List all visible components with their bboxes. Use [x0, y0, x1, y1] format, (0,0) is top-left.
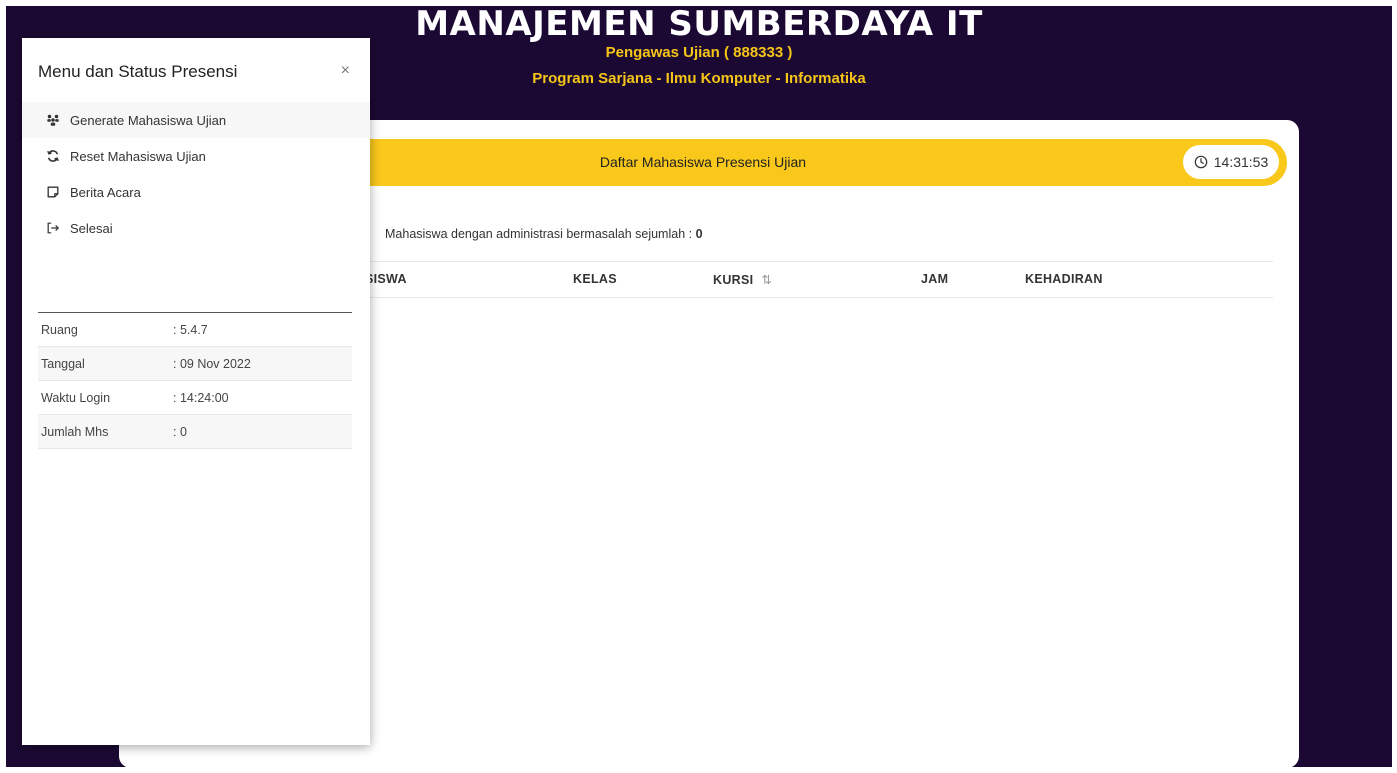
info-row-jumlah-mhs: Jumlah Mhs : 0: [38, 415, 352, 449]
admin-problem-label: Mahasiswa dengan administrasi bermasalah…: [385, 227, 693, 241]
info-row-waktu-login: Waktu Login : 14:24:00: [38, 381, 352, 415]
menu-item-reset[interactable]: Reset Mahasiswa Ujian: [22, 138, 370, 174]
menu-item-selesai[interactable]: Selesai: [22, 210, 370, 246]
menu-item-label: Reset Mahasiswa Ujian: [70, 148, 206, 164]
column-header-kursi-label: KURSI: [713, 273, 754, 287]
info-row-ruang: Ruang : 5.4.7: [38, 313, 352, 347]
info-key: Tanggal: [41, 356, 85, 371]
column-header-kehadiran[interactable]: KEHADIRAN: [1025, 272, 1103, 286]
info-key: Jumlah Mhs: [41, 424, 109, 439]
sort-icon[interactable]: ⇅: [761, 273, 772, 287]
info-key: Waktu Login: [41, 390, 111, 405]
info-row-tanggal: Tanggal : 09 Nov 2022: [38, 347, 352, 381]
logout-icon: [47, 222, 60, 234]
info-key: Ruang: [41, 322, 78, 337]
menu-item-generate[interactable]: Generate Mahasiswa Ujian: [22, 102, 370, 138]
admin-problem-summary: Mahasiswa dengan administrasi bermasalah…: [385, 227, 703, 241]
menu-item-label: Berita Acara: [70, 184, 141, 200]
info-value: : 0: [173, 424, 187, 439]
app-background: MANAJEMEN SUMBERDAYA IT Pengawas Ujian (…: [6, 6, 1392, 767]
column-header-kelas[interactable]: KELAS: [573, 272, 617, 286]
menu-item-label: Generate Mahasiswa Ujian: [70, 112, 227, 128]
refresh-icon: [47, 150, 59, 162]
panel-menu: Generate Mahasiswa Ujian Reset Mahasiswa…: [22, 102, 370, 246]
note-icon: [47, 186, 59, 198]
column-header-mahasiswa[interactable]: SISWA: [365, 272, 407, 286]
info-value: : 5.4.7: [173, 322, 208, 337]
info-value: : 14:24:00: [173, 390, 229, 405]
users-icon: [47, 114, 59, 126]
admin-problem-count: 0: [695, 227, 703, 241]
clock-time: 14:31:53: [1213, 154, 1269, 170]
column-header-jam[interactable]: JAM: [921, 272, 948, 286]
table-header-row: SISWA KELAS KURSI ⇅ JAM KEHADIRAN: [295, 261, 1273, 298]
close-icon[interactable]: ×: [341, 62, 350, 80]
column-header-kursi[interactable]: KURSI ⇅: [713, 272, 772, 287]
session-info-table: Ruang : 5.4.7 Tanggal : 09 Nov 2022 Wakt…: [38, 312, 352, 449]
clock-badge: 14:31:53: [1183, 145, 1279, 179]
panel-title: Menu dan Status Presensi: [38, 62, 238, 81]
info-value: : 09 Nov 2022: [173, 356, 251, 371]
clock-icon: [1194, 155, 1208, 169]
menu-item-label: Selesai: [70, 220, 113, 236]
menu-item-berita-acara[interactable]: Berita Acara: [22, 174, 370, 210]
side-menu-panel: Menu dan Status Presensi × Generate Maha…: [22, 38, 370, 745]
